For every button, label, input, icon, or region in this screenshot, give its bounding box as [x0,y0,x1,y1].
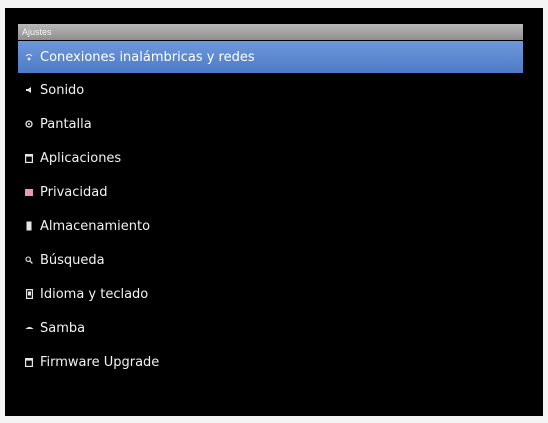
tv-screen: Ajustes Conexiones inalámbricas y redes … [5,8,543,416]
menu-item-label: Idioma y teclado [40,286,149,302]
menu-item-sound[interactable]: Sonido [18,73,523,107]
menu-item-label: Conexiones inalámbricas y redes [40,49,255,65]
menu-item-wireless[interactable]: Conexiones inalámbricas y redes [18,41,523,73]
menu-item-samba[interactable]: Samba [18,311,523,345]
menu-item-label: Almacenamiento [40,218,151,234]
menu-item-label: Búsqueda [40,252,105,268]
menu-item-display[interactable]: Pantalla [18,107,523,141]
wireless-icon [24,51,34,63]
menu-item-apps[interactable]: Aplicaciones [18,141,523,175]
menu-item-label: Privacidad [40,184,108,200]
settings-menu: Conexiones inalámbricas y redes Sonido P… [18,41,523,379]
menu-item-label: Sonido [40,82,85,98]
menu-item-label: Samba [40,320,86,336]
window-title: Ajustes [18,24,523,40]
menu-item-language[interactable]: Idioma y teclado [18,277,523,311]
menu-item-label: Pantalla [40,116,92,132]
language-icon [24,288,34,300]
apps-icon [24,152,34,164]
menu-item-privacy[interactable]: Privacidad [18,175,523,209]
firmware-icon [24,356,34,368]
storage-icon [24,220,34,232]
menu-item-label: Aplicaciones [40,150,122,166]
menu-item-storage[interactable]: Almacenamiento [18,209,523,243]
display-icon [24,118,34,130]
menu-item-label: Firmware Upgrade [40,354,160,370]
speaker-icon [24,84,34,96]
menu-item-search[interactable]: Búsqueda [18,243,523,277]
menu-item-firmware[interactable]: Firmware Upgrade [18,345,523,379]
privacy-icon [24,186,34,198]
screen-frame: Ajustes Conexiones inalámbricas y redes … [0,0,548,423]
samba-icon [24,322,34,334]
search-icon [24,254,34,266]
